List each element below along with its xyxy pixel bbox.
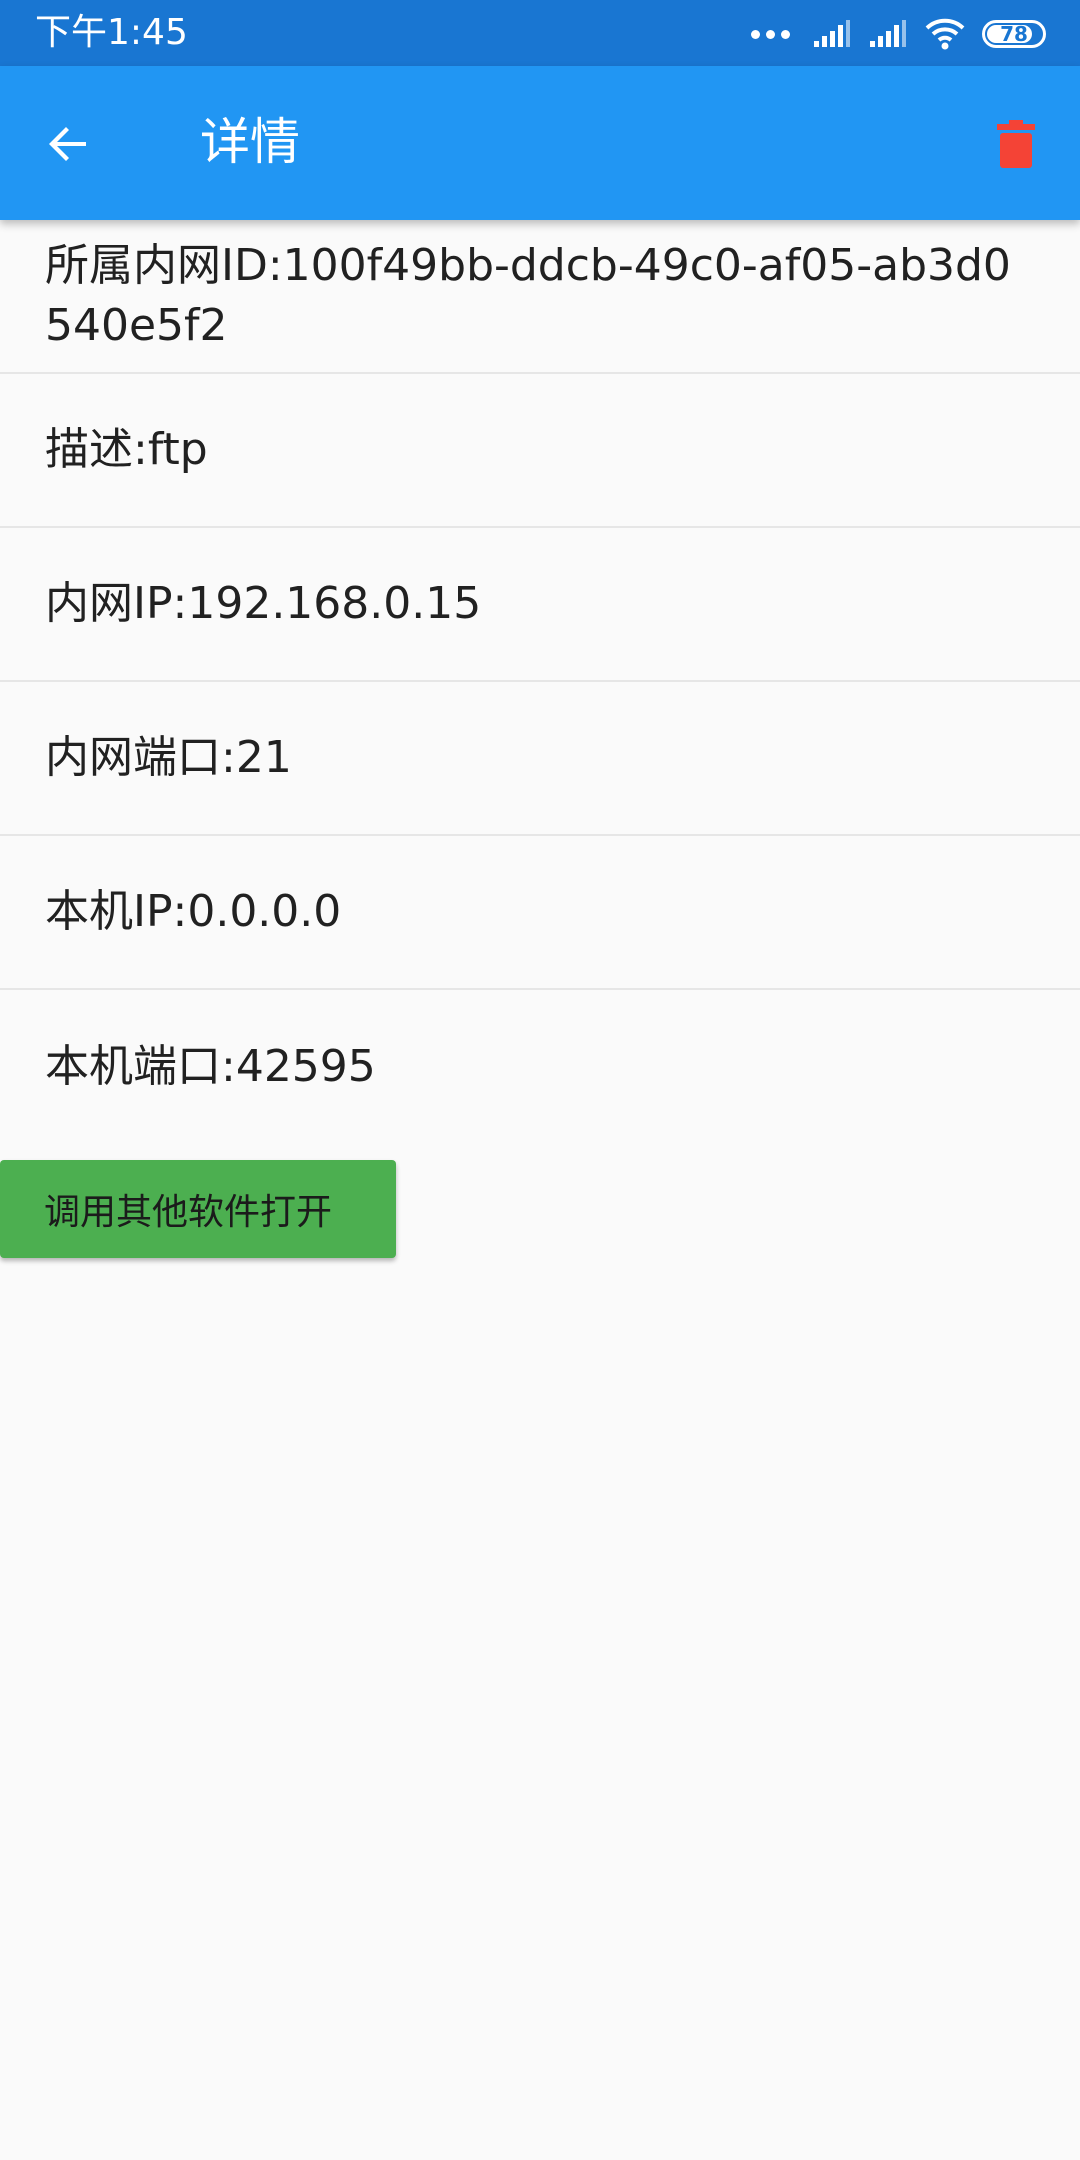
list-item: 内网IP:192.168.0.15 xyxy=(0,528,1080,682)
intranet-id-text: 所属内网ID:100f49bb-ddcb-49c0-af05-ab3d0540e… xyxy=(45,240,1011,351)
app-bar: 详情 xyxy=(0,66,1080,220)
battery-icon: 78 xyxy=(982,20,1046,48)
intranet-ip-text: 内网IP:192.168.0.15 xyxy=(45,578,482,629)
delete-button[interactable] xyxy=(982,110,1050,178)
page-title: 详情 xyxy=(200,113,300,171)
local-ip-text: 本机IP:0.0.0.0 xyxy=(45,886,342,937)
signal-icon xyxy=(870,20,906,47)
local-port-text: 本机端口:42595 xyxy=(45,1041,376,1092)
list-item: 描述:ftp xyxy=(0,374,1080,528)
status-icons: 78 xyxy=(751,14,1046,54)
back-button[interactable] xyxy=(30,106,106,182)
status-bar: 下午1:45 78 xyxy=(0,0,1080,66)
detail-list: 所属内网ID:100f49bb-ddcb-49c0-af05-ab3d0540e… xyxy=(0,220,1080,1144)
arrow-left-icon xyxy=(49,127,86,161)
list-item: 内网端口:21 xyxy=(0,682,1080,836)
wifi-icon xyxy=(925,18,965,50)
intranet-port-text: 内网端口:21 xyxy=(45,732,292,783)
dots-icon xyxy=(751,29,790,39)
signal-icon xyxy=(814,20,850,47)
battery-level: 78 xyxy=(1000,22,1028,46)
list-item: 所属内网ID:100f49bb-ddcb-49c0-af05-ab3d0540e… xyxy=(0,220,1080,374)
open-with-other-app-button[interactable]: 调用其他软件打开 xyxy=(0,1160,396,1258)
list-item: 本机端口:42595 xyxy=(0,990,1080,1144)
status-time: 下午1:45 xyxy=(35,12,188,53)
trash-icon xyxy=(997,120,1035,168)
list-item: 本机IP:0.0.0.0 xyxy=(0,836,1080,990)
description-text: 描述:ftp xyxy=(45,424,208,475)
